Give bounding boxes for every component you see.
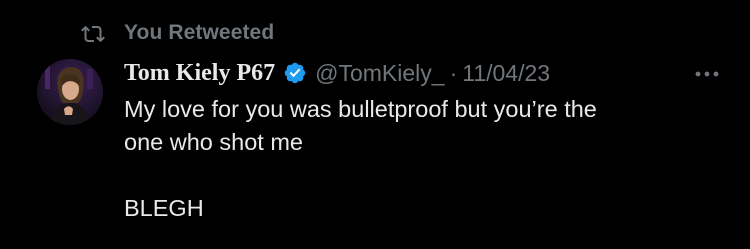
- tweet-text-line-3: BLEGH: [124, 195, 204, 221]
- line-spacer: [124, 159, 724, 192]
- tweet-date[interactable]: 11/04/23: [462, 60, 550, 87]
- tweet-header: Tom Kiely P67 @TomKiely_ · 11/04/23: [124, 56, 550, 90]
- tweet-text-line-1: My love for you was bulletproof but you’…: [124, 96, 597, 122]
- retweet-label: You Retweeted: [124, 21, 275, 44]
- header-separator: ·: [449, 59, 458, 86]
- retweet-context: You Retweeted: [80, 20, 274, 46]
- verified-badge-icon: [283, 61, 307, 85]
- retweet-icon: [80, 20, 106, 46]
- author-name[interactable]: Tom Kiely P67: [124, 60, 275, 87]
- avatar[interactable]: [37, 59, 103, 125]
- author-handle[interactable]: @TomKiely_: [315, 60, 444, 87]
- more-horizontal-icon[interactable]: [692, 62, 722, 86]
- tweet-text-line-2: one who shot me: [124, 129, 303, 155]
- tweet-text: My love for you was bulletproof but you’…: [124, 93, 724, 225]
